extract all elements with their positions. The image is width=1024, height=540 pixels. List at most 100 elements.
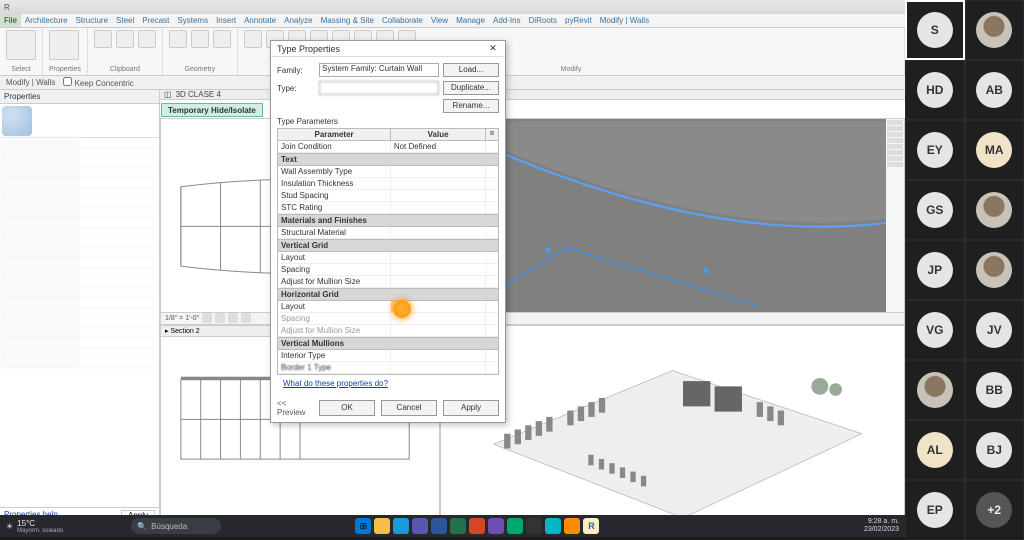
ribbon-group-select: Select	[0, 28, 43, 75]
menu-item-analyze[interactable]: Analyze	[280, 14, 316, 27]
dialog-title: Type Properties	[277, 44, 340, 54]
properties-icon[interactable]	[49, 30, 79, 60]
menu-item-pyrevit[interactable]: pyRevit	[561, 14, 596, 27]
windows-taskbar[interactable]: ☀ 15°C Mayorm. soleado 🔍 Búsqueda ⊞ R 9:…	[0, 515, 905, 537]
menubar[interactable]: FileArchitectureStructureSteelPrecastSys…	[0, 14, 905, 28]
revit-icon[interactable]: R	[583, 518, 599, 534]
wall-3d	[441, 119, 904, 324]
menu-item-modify-walls[interactable]: Modify | Walls	[596, 14, 653, 27]
parameter-grid[interactable]: Parameter Value = Join ConditionNot Defi…	[277, 128, 499, 375]
menu-item-collaborate[interactable]: Collaborate	[378, 14, 427, 27]
menu-item-structure[interactable]: Structure	[72, 14, 112, 27]
menu-item-steel[interactable]: Steel	[112, 14, 138, 27]
participant-tile[interactable]: +2	[965, 480, 1024, 540]
taskbar-clock[interactable]: 9:28 a. m. 23/02/2023	[864, 518, 899, 533]
view-axon-br[interactable]: 1/8" = 1'-0" Main Model	[440, 325, 905, 523]
visibility-icon[interactable]	[241, 313, 251, 323]
menu-item-file[interactable]: File	[0, 14, 21, 27]
menu-item-systems[interactable]: Systems	[173, 14, 212, 27]
participant-tile[interactable]: JV	[965, 300, 1024, 360]
participant-tile[interactable]: BJ	[965, 420, 1024, 480]
menu-item-add-ins[interactable]: Add-Ins	[489, 14, 525, 27]
menu-item-insert[interactable]: Insert	[212, 14, 240, 27]
family-dropdown[interactable]: System Family: Curtain Wall	[319, 63, 439, 77]
excel-icon[interactable]	[450, 518, 466, 534]
options-context: Modify | Walls	[6, 78, 55, 87]
explorer-icon[interactable]	[374, 518, 390, 534]
type-thumb-icon	[2, 106, 32, 136]
property-rows[interactable]	[0, 138, 159, 507]
participant-tile[interactable]: JP	[905, 240, 965, 300]
menu-item-diroots[interactable]: DiRoots	[525, 14, 561, 27]
app-icon[interactable]	[488, 518, 504, 534]
avatar-photo	[976, 252, 1012, 288]
properties-help-link[interactable]: What do these properties do?	[277, 379, 394, 388]
app-icon[interactable]	[526, 518, 542, 534]
teams-icon[interactable]	[412, 518, 428, 534]
cancel-button[interactable]: Cancel	[381, 400, 437, 416]
align-icon[interactable]	[244, 30, 262, 48]
app-icon[interactable]	[507, 518, 523, 534]
menu-item-manage[interactable]: Manage	[452, 14, 489, 27]
participant-tile[interactable]: BB	[965, 360, 1024, 420]
word-icon[interactable]	[431, 518, 447, 534]
menu-item-annotate[interactable]: Annotate	[240, 14, 280, 27]
preview-toggle[interactable]: << Preview	[271, 397, 313, 419]
axon-drawing	[441, 326, 904, 523]
view-scale[interactable]: 1/8" = 1'-0"	[165, 315, 199, 322]
menu-item-view[interactable]: View	[427, 14, 452, 27]
sun-path-icon[interactable]	[228, 313, 238, 323]
participant-tile[interactable]	[965, 180, 1024, 240]
sun-icon: ☀	[6, 522, 13, 531]
close-icon[interactable]: ✕	[487, 43, 499, 55]
join-icon[interactable]	[191, 30, 209, 48]
type-properties-dialog: Type Properties ✕ Family: System Family:…	[270, 40, 506, 423]
edge-icon[interactable]	[393, 518, 409, 534]
type-selector[interactable]	[0, 104, 159, 138]
menu-item-architecture[interactable]: Architecture	[21, 14, 72, 27]
menu-item-precast[interactable]: Precast	[138, 14, 173, 27]
paste-icon[interactable]	[94, 30, 112, 48]
visual-style-icon[interactable]	[215, 313, 225, 323]
participant-tile[interactable]: EP	[905, 480, 965, 540]
copy-icon[interactable]	[138, 30, 156, 48]
weather-widget[interactable]: ☀ 15°C Mayorm. soleado	[6, 519, 63, 534]
nav-scroll[interactable]	[886, 119, 904, 312]
modify-tool-icon[interactable]	[6, 30, 36, 60]
properties-title: Properties	[0, 90, 159, 104]
participant-tile[interactable]: MA	[965, 120, 1024, 180]
participant-tile[interactable]: VG	[905, 300, 965, 360]
view-3d-tr[interactable]	[440, 118, 905, 325]
participant-tile[interactable]: EY	[905, 120, 965, 180]
app-icon[interactable]	[545, 518, 561, 534]
cope-icon[interactable]	[169, 30, 187, 48]
rename-button[interactable]: Rename...	[443, 99, 499, 113]
detail-level-icon[interactable]	[202, 313, 212, 323]
taskbar-search[interactable]: 🔍 Búsqueda	[131, 518, 221, 534]
keep-concentric-checkbox[interactable]: Keep Concentric	[63, 77, 133, 88]
avatar-initials: JV	[976, 312, 1012, 348]
participant-tile[interactable]: GS	[905, 180, 965, 240]
temporary-hide-isolate[interactable]: Temporary Hide/Isolate	[161, 103, 263, 117]
cut-icon[interactable]	[116, 30, 134, 48]
split-icon[interactable]	[213, 30, 231, 48]
app-icon[interactable]	[564, 518, 580, 534]
participant-tile[interactable]	[905, 360, 965, 420]
load-button[interactable]: Load...	[443, 63, 499, 77]
type-dropdown[interactable]	[319, 81, 439, 95]
participant-tile[interactable]	[965, 0, 1024, 60]
col-value: Value	[391, 129, 486, 140]
participant-tile[interactable]: HD	[905, 60, 965, 120]
start-icon[interactable]: ⊞	[355, 518, 371, 534]
powerpoint-icon[interactable]	[469, 518, 485, 534]
participant-tile[interactable]: S	[905, 0, 965, 60]
menu-item-massing-site[interactable]: Massing & Site	[317, 14, 378, 27]
avatar-initials: EY	[917, 132, 953, 168]
apply-button[interactable]: Apply	[443, 400, 499, 416]
participant-tile[interactable]: AL	[905, 420, 965, 480]
participant-tile[interactable]: AB	[965, 60, 1024, 120]
ok-button[interactable]: OK	[319, 400, 375, 416]
duplicate-button[interactable]: Duplicate...	[443, 81, 499, 95]
participant-tile[interactable]	[965, 240, 1024, 300]
avatar-initials: MA	[976, 132, 1012, 168]
